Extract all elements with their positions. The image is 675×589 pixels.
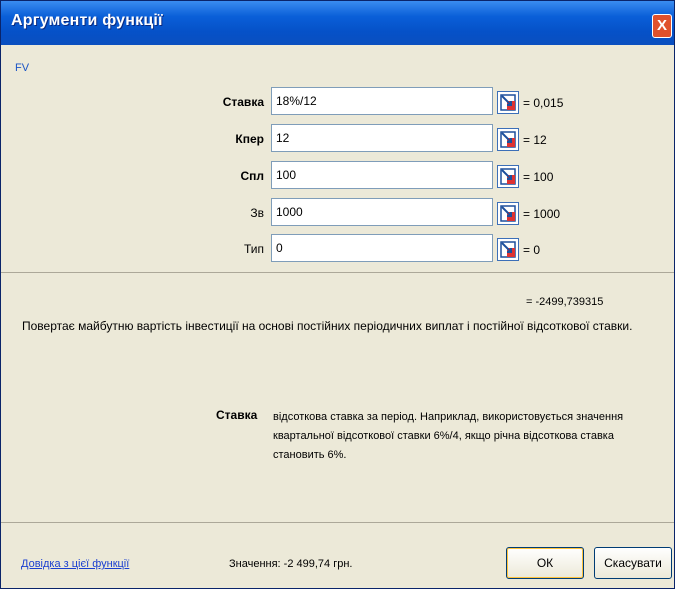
ok-button[interactable]: ОК: [506, 547, 584, 579]
arg-input-rate[interactable]: 18%/12: [271, 87, 493, 115]
help-link[interactable]: Довідка з цієї функції: [21, 558, 129, 570]
collapse-dialog-icon[interactable]: [497, 202, 519, 225]
arg-input-pv[interactable]: 1000: [271, 198, 493, 226]
collapse-dialog-icon[interactable]: [497, 238, 519, 261]
arg-label-nper: Кпер: [235, 132, 264, 146]
argument-help-text: відсоткова ставка за період. Наприклад, …: [273, 411, 624, 461]
arg-input-type[interactable]: 0: [271, 234, 493, 262]
arg-label-rate: Ставка: [222, 95, 264, 109]
argument-help-name: Ставка: [216, 408, 258, 422]
collapse-dialog-icon[interactable]: [497, 91, 519, 114]
function-description: Повертає майбутню вартість інвестиції на…: [22, 319, 633, 333]
collapse-dialog-icon[interactable]: [497, 128, 519, 151]
arg-label-pmt: Спл: [240, 169, 264, 183]
value-label: Значення: -2 499,74 грн.: [229, 558, 353, 570]
formula-result: = -2499,739315: [526, 296, 604, 308]
arg-label-pv: Зв: [250, 206, 264, 220]
arg-input-pmt[interactable]: 100: [271, 161, 493, 189]
cancel-button[interactable]: Скасувати: [594, 547, 672, 579]
function-name: FV: [15, 62, 30, 74]
function-arguments-dialog: Аргументи функції X FV Ставка 18%/12 = 0…: [0, 0, 675, 589]
arg-label-type: Тип: [243, 242, 264, 256]
arg-result-nper: = 12: [523, 133, 547, 147]
arg-result-rate: = 0,015: [523, 96, 564, 110]
title-bar[interactable]: Аргументи функції X: [1, 1, 674, 45]
separator: [1, 272, 674, 273]
arg-input-nper[interactable]: 12: [271, 124, 493, 152]
separator: [1, 522, 674, 523]
arg-result-pv: = 1000: [523, 207, 561, 221]
arg-result-pmt: = 100: [523, 170, 554, 184]
arg-result-type: = 0: [523, 243, 541, 257]
dialog-title: Аргументи функції: [11, 12, 163, 29]
collapse-dialog-icon[interactable]: [497, 165, 519, 188]
close-button[interactable]: X: [652, 14, 672, 38]
